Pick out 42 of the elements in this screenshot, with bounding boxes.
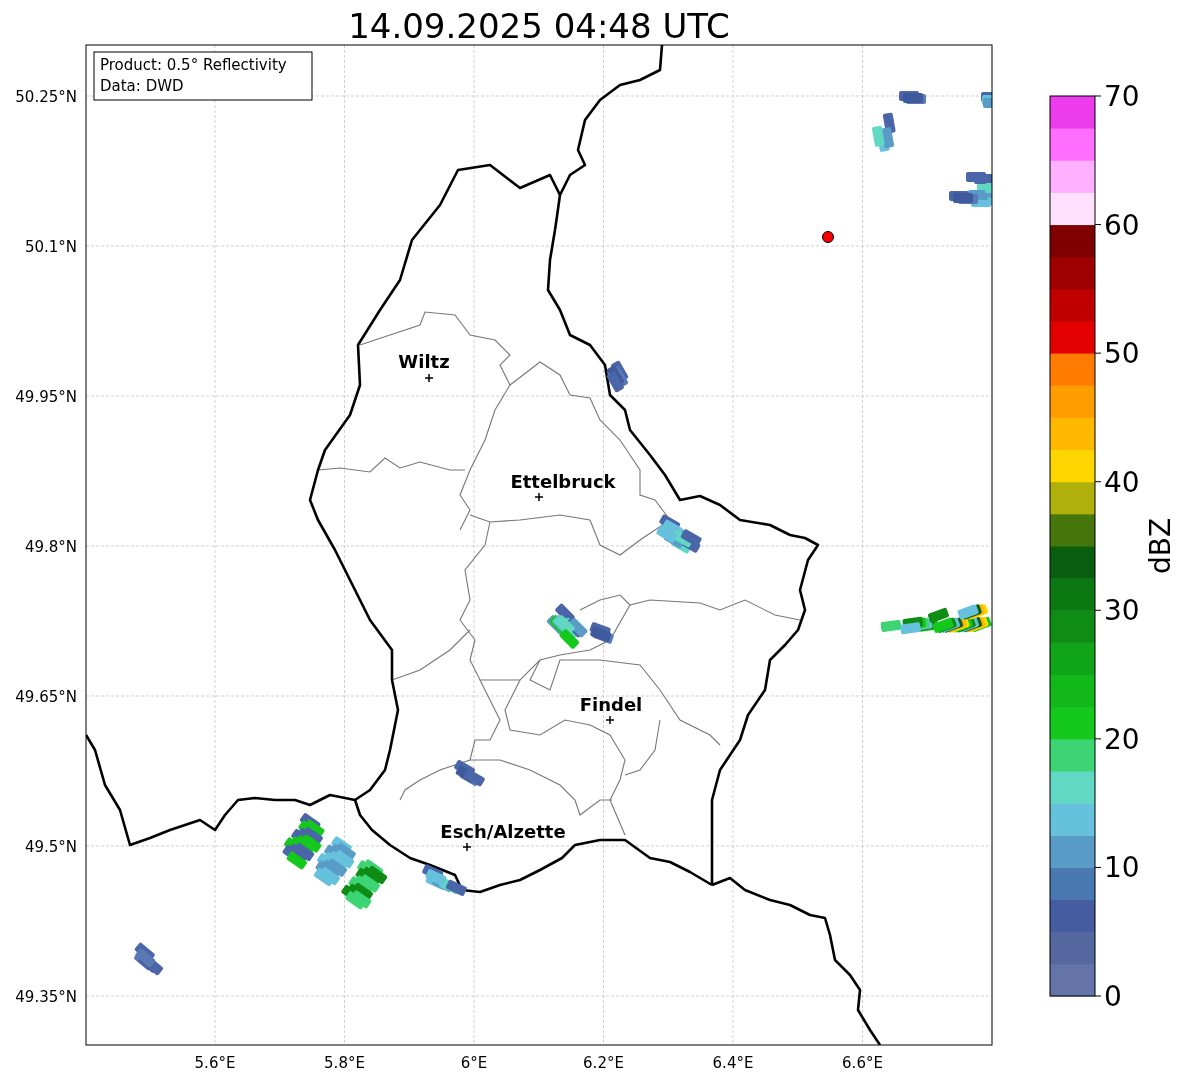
colorbar-tick-label: 60 <box>1104 208 1140 242</box>
city-marker-icon <box>462 842 472 852</box>
latitude-tick-label: 50.1°N <box>24 238 77 256</box>
chart-title: 14.09.2025 04:48 UTC <box>348 6 730 46</box>
latitude-tick-label: 49.95°N <box>15 388 77 406</box>
precipitation-echo <box>453 759 486 788</box>
colorbar-tick-label: 50 <box>1104 337 1140 371</box>
latitude-tick-label: 49.5°N <box>24 838 77 856</box>
city-marker-icon <box>605 715 615 725</box>
latitude-tick-label: 49.35°N <box>15 988 77 1006</box>
city-label: Wiltz <box>398 351 450 372</box>
city-marker-icon <box>534 492 544 502</box>
longitude-tick-label: 6.2°E <box>583 1054 624 1072</box>
info-text: Product: 0.5° Reflectivity <box>100 56 287 74</box>
precipitation-echo <box>899 91 926 104</box>
latitude-tick-label: 49.65°N <box>15 688 77 706</box>
precipitation-echo <box>421 863 468 897</box>
longitude-tick-label: 5.6°E <box>194 1054 236 1072</box>
precipitation-echo <box>871 112 896 153</box>
city-label: Ettelbruck <box>510 471 616 492</box>
longitude-tick-label: 6°E <box>460 1054 488 1072</box>
colorbar-tick-label: 0 <box>1104 980 1122 1013</box>
city-marker-icon <box>424 373 434 383</box>
colorbar-tick-label: 70 <box>1104 80 1140 113</box>
longitude-tick-label: 5.8°E <box>324 1054 365 1072</box>
colorbar-tick-label: 10 <box>1104 851 1140 885</box>
latitude-tick-label: 50.25°N <box>15 88 77 106</box>
latitude-tick-label: 49.8°N <box>24 538 77 556</box>
precipitation-echo <box>605 360 629 393</box>
colorbar-tick-label: 40 <box>1104 465 1140 499</box>
longitude-tick-label: 6.6°E <box>842 1054 883 1072</box>
city-label: Esch/Alzette <box>440 821 566 842</box>
colorbar-tick-label: 30 <box>1104 594 1140 628</box>
location-marker <box>822 231 834 243</box>
info-text: Data: DWD <box>100 77 184 95</box>
longitude-tick-label: 6.4°E <box>712 1054 754 1072</box>
precipitation-echo <box>981 92 992 108</box>
colorbar-label: dBZ <box>1144 517 1177 575</box>
precipitation-echo <box>655 513 703 555</box>
city-label: Findel <box>579 694 643 715</box>
colorbar-tick-label: 20 <box>1104 722 1140 756</box>
precipitation-echo <box>133 941 164 976</box>
